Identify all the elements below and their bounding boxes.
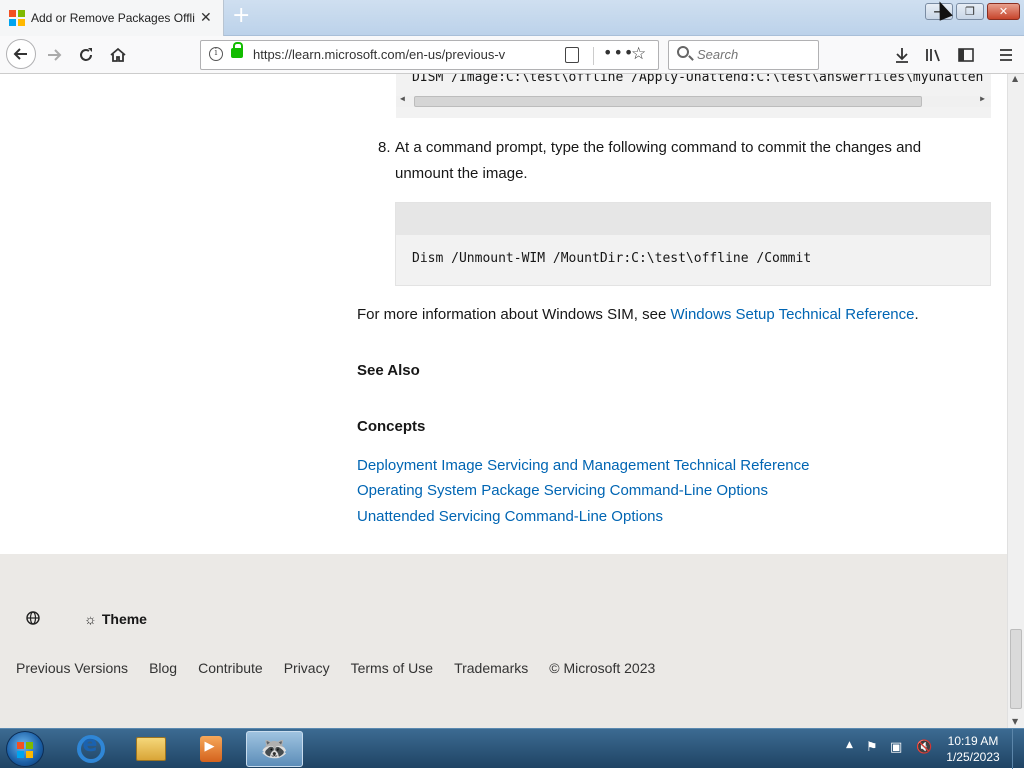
close-window-button[interactable]: ✕ (987, 3, 1020, 20)
scrollbar-thumb[interactable] (1010, 629, 1022, 709)
show-desktop-button[interactable] (1012, 729, 1024, 769)
menu-button[interactable] (992, 42, 1020, 68)
reader-view-icon[interactable] (565, 47, 579, 63)
sun-icon: ☼ (84, 611, 97, 627)
start-button[interactable] (6, 731, 44, 767)
code-line: Dism /Unmount-WIM /MountDir:C:\test\offl… (412, 251, 812, 266)
page-footer: ☼ Theme Previous Versions Blog Contribute Pr… (0, 554, 1007, 728)
step-8-text: At a command prompt, type the following … (395, 139, 922, 182)
globe-icon[interactable] (26, 611, 40, 629)
sidebar-icon (958, 48, 974, 62)
back-arrow-icon (13, 48, 27, 60)
more-info-suffix: . (914, 306, 919, 323)
reload-button[interactable] (72, 42, 100, 68)
address-bar-divider (593, 47, 594, 65)
restore-icon: ❐ (965, 5, 975, 18)
lock-icon[interactable] (231, 42, 243, 58)
footer-link-privacy[interactable]: Privacy (284, 660, 330, 676)
taskbar-file-explorer[interactable] (122, 731, 179, 767)
code-block-apply-unattend: DISM /Image:C:\test\offline /Apply-Unatt… (396, 74, 991, 118)
scroll-up-arrow-icon[interactable]: ▲ (1012, 74, 1018, 83)
network-icon[interactable]: ▣ (890, 740, 902, 755)
footer-link-blog[interactable]: Blog (149, 660, 177, 676)
star-icon[interactable]: ☆ (631, 44, 646, 64)
new-tab-button[interactable]: + (232, 4, 250, 28)
show-hidden-icons-icon[interactable]: ▲ (846, 740, 853, 750)
more-info-prefix: For more information about Windows SIM, … (357, 306, 671, 323)
taskbar-media-player[interactable] (182, 731, 239, 767)
code-horizontal-scrollbar[interactable]: ◀ ▶ (396, 94, 991, 107)
info-icon[interactable]: i (209, 47, 223, 61)
concept-link-unattended-servicing[interactable]: Unattended Servicing Command-Line Option… (357, 508, 663, 525)
internet-explorer-icon (76, 732, 105, 763)
volume-muted-icon[interactable]: 🔇 (916, 740, 932, 755)
scroll-left-arrow-icon[interactable]: ◀ (400, 94, 405, 103)
folder-icon (135, 737, 166, 761)
raccoon-app-icon: 🦝 (260, 736, 289, 762)
forward-button[interactable] (40, 42, 68, 68)
theme-label: Theme (101, 611, 147, 627)
taskbar-internet-explorer[interactable] (62, 731, 119, 767)
navigation-toolbar: i https://learn.microsoft.com/en-us/prev… (0, 36, 1024, 74)
browser-tab-active[interactable]: Add or Remove Packages Offlin ✕ (0, 0, 224, 36)
home-button[interactable] (104, 42, 132, 68)
windows-logo-icon (17, 742, 33, 758)
code-block-header (396, 203, 990, 235)
concept-link-dism-reference[interactable]: Deployment Image Servicing and Managemen… (357, 457, 809, 474)
concepts-heading: Concepts (357, 418, 426, 435)
reload-icon (80, 48, 92, 61)
taskbar: 🦝 ▲ ⚑ ▣ 🔇 10:19 AM 1/25/2023 (0, 728, 1024, 769)
footer-link-previous-versions[interactable]: Previous Versions (16, 660, 128, 676)
search-input[interactable] (697, 47, 807, 62)
scrollbar-thumb[interactable] (414, 96, 922, 107)
more-icon[interactable]: ••• (603, 43, 634, 62)
media-player-icon (199, 736, 222, 762)
footer-copyright: © Microsoft 2023 (549, 660, 656, 676)
action-center-flag-icon[interactable]: ⚑ (866, 740, 878, 755)
title-bar: Add or Remove Packages Offlin ✕ + — ❐ ✕ (0, 0, 1024, 36)
sidebar-button[interactable] (952, 42, 980, 68)
download-icon (896, 48, 908, 63)
page-vertical-scrollbar[interactable]: ▲ ▼ (1007, 74, 1024, 728)
footer-links: Previous Versions Blog Contribute Privacy Te… (16, 660, 676, 676)
system-clock[interactable]: 10:19 AM 1/25/2023 (938, 733, 1008, 765)
clock-time: 10:19 AM (947, 734, 999, 748)
hamburger-menu-icon (1000, 49, 1012, 61)
code-block-unmount: Dism /Unmount-WIM /MountDir:C:\test\offl… (395, 202, 991, 286)
close-icon: ✕ (998, 5, 1009, 18)
footer-link-contribute[interactable]: Contribute (198, 660, 263, 676)
windows-setup-reference-link[interactable]: Windows Setup Technical Reference (670, 306, 914, 323)
footer-link-trademarks[interactable]: Trademarks (454, 660, 528, 676)
back-button[interactable] (6, 39, 36, 69)
concept-link-package-servicing[interactable]: Operating System Package Servicing Comma… (357, 482, 768, 499)
tab-close-icon[interactable]: ✕ (200, 10, 212, 26)
step-number: 8. (378, 139, 391, 156)
scroll-right-arrow-icon[interactable]: ▶ (980, 94, 985, 103)
library-button[interactable] (920, 42, 948, 68)
address-bar[interactable]: i https://learn.microsoft.com/en-us/prev… (200, 40, 659, 70)
search-icon (677, 46, 689, 58)
maximize-button[interactable]: ❐ (956, 3, 984, 20)
footer-link-terms-of-use[interactable]: Terms of Use (351, 660, 433, 676)
downloads-button[interactable] (888, 42, 916, 68)
url-text[interactable]: https://learn.microsoft.com/en-us/previo… (253, 47, 553, 62)
scroll-down-arrow-icon[interactable]: ▼ (1012, 717, 1018, 726)
more-info-paragraph: For more information about Windows SIM, … (357, 302, 919, 328)
microsoft-logo-icon (9, 10, 25, 26)
tab-title: Add or Remove Packages Offlin (31, 11, 195, 25)
library-icon (926, 49, 940, 62)
theme-button[interactable]: ☼ Theme (84, 611, 147, 627)
forward-arrow-icon (48, 49, 62, 61)
home-icon (110, 47, 126, 62)
search-box[interactable] (668, 40, 819, 70)
code-line: DISM /Image:C:\test\offline /Apply-Unatt… (412, 74, 984, 85)
clock-date: 1/25/2023 (946, 750, 1000, 764)
taskbar-firefox-window[interactable]: 🦝 (246, 731, 303, 767)
page-content: DISM /Image:C:\test\offline /Apply-Unatt… (0, 74, 1007, 728)
see-also-heading: See Also (357, 362, 420, 379)
